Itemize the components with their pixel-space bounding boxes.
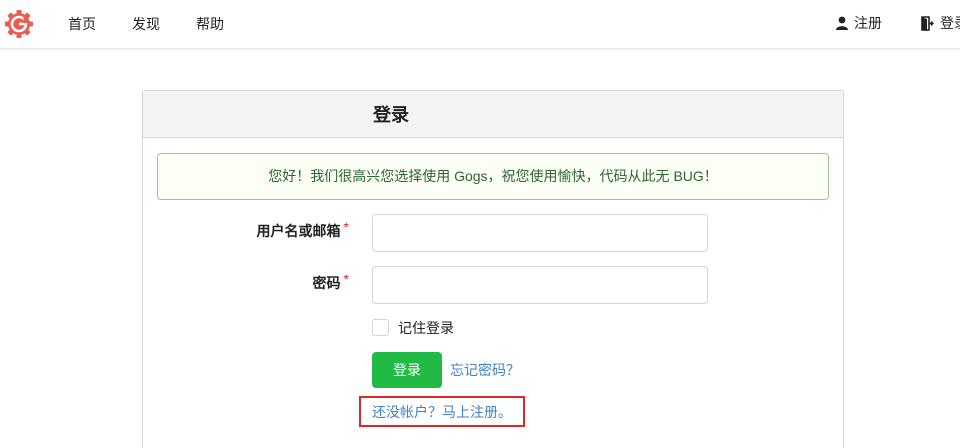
signup-link[interactable]: 还没帐户？马上注册。 [372, 404, 512, 420]
username-label: 用户名或邮箱 * [256, 219, 349, 239]
required-mark: * [343, 219, 349, 235]
remember-me-toggle[interactable]: 记住登录 [372, 319, 454, 336]
user-icon [836, 16, 848, 30]
login-title: 登录 [373, 105, 409, 125]
nav-help-link[interactable]: 帮助 [196, 16, 224, 32]
gogs-logo-icon[interactable] [4, 9, 34, 39]
password-input[interactable] [372, 266, 708, 304]
login-submit-button[interactable]: 登录 [372, 352, 442, 388]
nav-home-link[interactable]: 首页 [68, 16, 96, 32]
sign-in-icon [921, 15, 934, 31]
remember-me-label: 记住登录 [398, 319, 454, 336]
login-card-header: 登录 [143, 91, 843, 138]
nav-explore-link[interactable]: 发现 [132, 16, 160, 32]
forgot-password-link[interactable]: 忘记密码？ [450, 362, 520, 378]
nav-register-label: 注册 [854, 15, 882, 31]
remember-me-checkbox[interactable] [372, 319, 389, 336]
nav-login-link[interactable]: 登录 [921, 15, 960, 31]
welcome-message: 您好！我们很高兴您选择使用 Gogs，祝您使用愉快，代码从此无 BUG！ [157, 153, 829, 200]
login-form-card: 登录 您好！我们很高兴您选择使用 Gogs，祝您使用愉快，代码从此无 BUG！ … [142, 90, 844, 448]
required-mark: * [343, 271, 349, 287]
nav-login-label: 登录 [940, 15, 960, 31]
nav-register-link[interactable]: 注册 [836, 15, 882, 31]
username-input[interactable] [372, 214, 708, 252]
top-navbar: 首页 发现 帮助 注册 登录 [0, 0, 960, 49]
password-label: 密码 * [312, 271, 349, 291]
